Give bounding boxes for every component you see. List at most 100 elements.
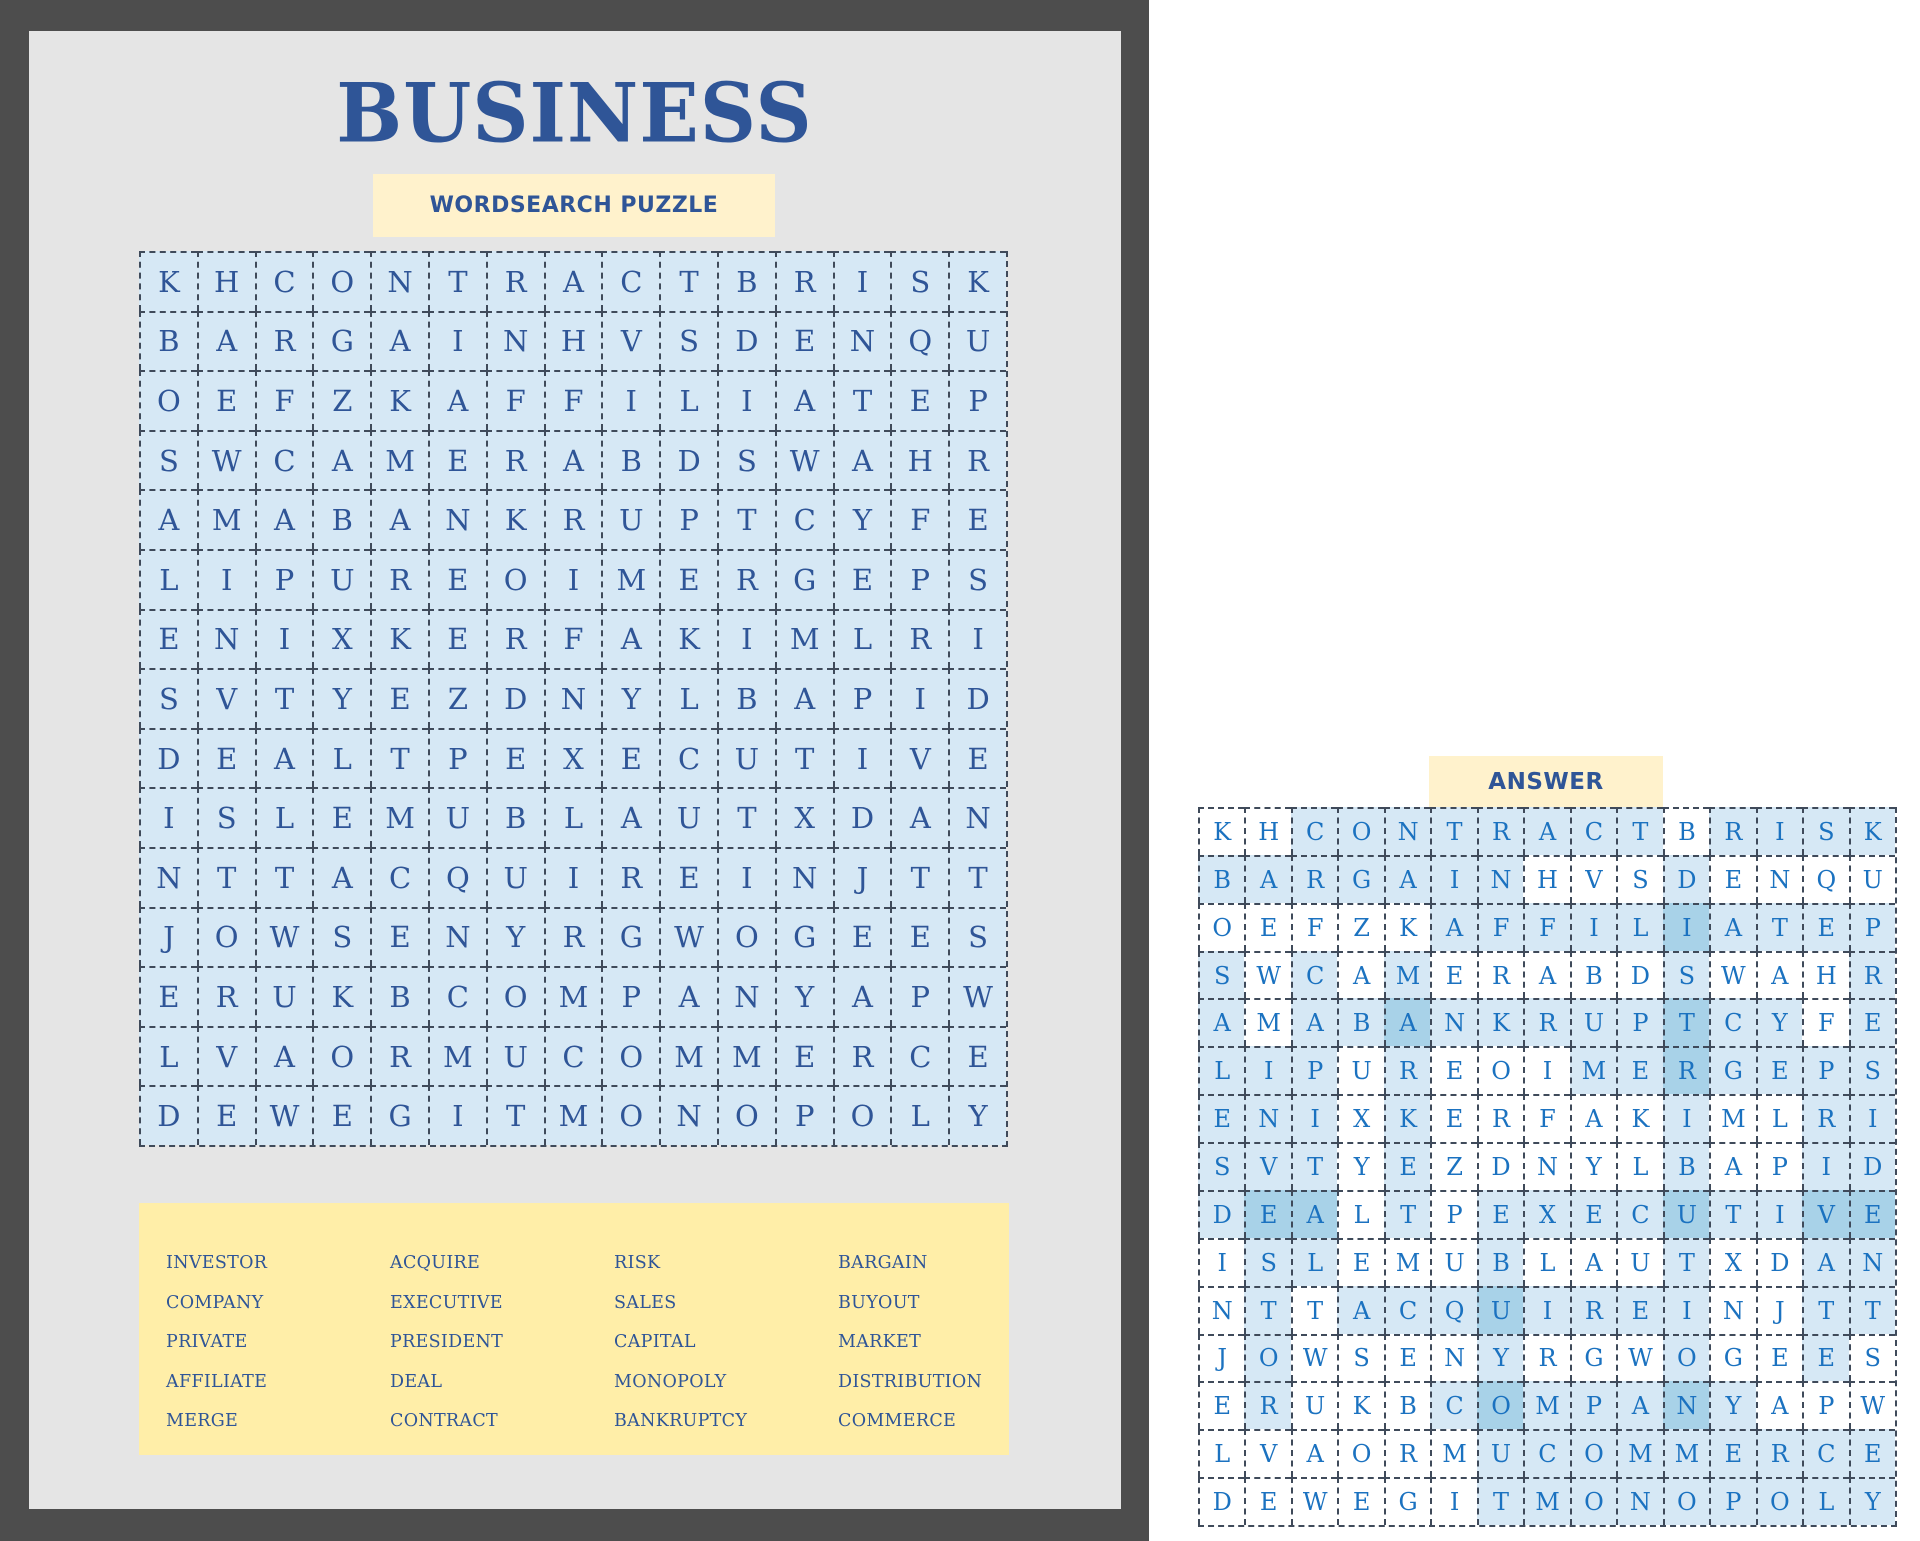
puzzle-cell[interactable]: R (601, 846, 660, 907)
puzzle-cell[interactable]: T (196, 846, 255, 907)
puzzle-cell[interactable]: N (543, 668, 602, 728)
puzzle-cell[interactable]: S (890, 251, 949, 311)
puzzle-cell[interactable]: O (485, 548, 544, 609)
puzzle-cell[interactable]: B (716, 251, 775, 311)
puzzle-cell[interactable]: R (196, 966, 255, 1026)
puzzle-cell[interactable]: U (659, 787, 717, 847)
puzzle-cell[interactable]: P (948, 370, 1006, 430)
puzzle-cell[interactable]: C (890, 1025, 949, 1086)
puzzle-cell[interactable]: P (890, 966, 949, 1026)
puzzle-cell[interactable]: T (370, 727, 428, 788)
puzzle-cell[interactable]: F (543, 608, 602, 669)
puzzle-cell[interactable]: A (254, 489, 313, 549)
puzzle-cell[interactable]: I (948, 608, 1006, 669)
puzzle-cell[interactable]: A (601, 787, 660, 847)
puzzle-cell[interactable]: H (890, 429, 949, 490)
puzzle-cell[interactable]: L (659, 668, 717, 728)
puzzle-cell[interactable]: L (254, 787, 313, 847)
puzzle-cell[interactable]: J (139, 906, 197, 967)
puzzle-cell[interactable]: C (370, 846, 428, 907)
puzzle-cell[interactable]: N (659, 1085, 717, 1145)
puzzle-cell[interactable]: V (196, 1025, 255, 1086)
puzzle-cell[interactable]: I (716, 370, 775, 430)
puzzle-cell[interactable]: R (254, 310, 313, 371)
puzzle-cell[interactable]: Y (601, 668, 660, 728)
puzzle-cell[interactable]: J (832, 846, 891, 907)
puzzle-cell[interactable]: N (716, 966, 775, 1026)
puzzle-cell[interactable]: T (948, 846, 1006, 907)
puzzle-cell[interactable]: O (601, 1025, 660, 1086)
puzzle-cell[interactable]: E (485, 727, 544, 788)
puzzle-cell[interactable]: K (370, 370, 428, 430)
puzzle-cell[interactable]: V (890, 727, 949, 788)
puzzle-cell[interactable]: T (890, 846, 949, 907)
puzzle-cell[interactable]: D (485, 668, 544, 728)
puzzle-cell[interactable]: E (370, 668, 428, 728)
puzzle-cell[interactable]: P (254, 548, 313, 609)
puzzle-cell[interactable]: N (774, 846, 833, 907)
puzzle-cell[interactable]: L (659, 370, 717, 430)
puzzle-cell[interactable]: E (774, 1025, 833, 1086)
puzzle-cell[interactable]: L (890, 1085, 949, 1145)
puzzle-cell[interactable]: R (890, 608, 949, 669)
puzzle-cell[interactable]: D (659, 429, 717, 490)
puzzle-cell[interactable]: U (312, 548, 371, 609)
puzzle-cell[interactable]: V (601, 310, 660, 371)
puzzle-cell[interactable]: M (601, 548, 660, 609)
puzzle-cell[interactable]: R (485, 251, 544, 311)
puzzle-cell[interactable]: A (312, 846, 371, 907)
puzzle-cell[interactable]: P (659, 489, 717, 549)
puzzle-cell[interactable]: E (370, 906, 428, 967)
puzzle-cell[interactable]: B (139, 310, 197, 371)
puzzle-cell[interactable]: T (254, 846, 313, 907)
puzzle-cell[interactable]: F (485, 370, 544, 430)
puzzle-cell[interactable]: O (312, 251, 371, 311)
puzzle-cell[interactable]: C (774, 489, 833, 549)
puzzle-cell[interactable]: R (543, 906, 602, 967)
puzzle-cell[interactable]: E (890, 370, 949, 430)
puzzle-cell[interactable]: B (601, 429, 660, 490)
puzzle-cell[interactable]: E (832, 548, 891, 609)
puzzle-cell[interactable]: E (948, 727, 1006, 788)
puzzle-cell[interactable]: I (543, 548, 602, 609)
puzzle-cell[interactable]: M (774, 608, 833, 669)
puzzle-cell[interactable]: O (139, 370, 197, 430)
puzzle-cell[interactable]: T (485, 1085, 544, 1145)
puzzle-cell[interactable]: E (659, 846, 717, 907)
puzzle-cell[interactable]: I (427, 310, 486, 371)
puzzle-cell[interactable]: U (601, 489, 660, 549)
puzzle-cell[interactable]: A (774, 370, 833, 430)
puzzle-cell[interactable]: U (716, 727, 775, 788)
puzzle-cell[interactable]: K (485, 489, 544, 549)
puzzle-cell[interactable]: A (601, 608, 660, 669)
puzzle-cell[interactable]: S (948, 906, 1006, 967)
puzzle-cell[interactable]: A (543, 429, 602, 490)
puzzle-cell[interactable]: E (948, 1025, 1006, 1086)
puzzle-cell[interactable]: C (254, 251, 313, 311)
puzzle-cell[interactable]: W (774, 429, 833, 490)
puzzle-cell[interactable]: D (948, 668, 1006, 728)
puzzle-cell[interactable]: A (659, 966, 717, 1026)
puzzle-cell[interactable]: Y (774, 966, 833, 1026)
puzzle-cell[interactable]: I (254, 608, 313, 669)
puzzle-cell[interactable]: S (659, 310, 717, 371)
puzzle-cell[interactable]: P (832, 668, 891, 728)
puzzle-cell[interactable]: X (774, 787, 833, 847)
puzzle-cell[interactable]: I (716, 846, 775, 907)
puzzle-cell[interactable]: T (716, 489, 775, 549)
puzzle-cell[interactable]: K (659, 608, 717, 669)
puzzle-cell[interactable]: Y (485, 906, 544, 967)
puzzle-cell[interactable]: B (716, 668, 775, 728)
puzzle-cell[interactable]: X (312, 608, 371, 669)
puzzle-cell[interactable]: K (139, 251, 197, 311)
puzzle-cell[interactable]: M (659, 1025, 717, 1086)
puzzle-cell[interactable]: R (716, 548, 775, 609)
puzzle-cell[interactable]: T (427, 251, 486, 311)
puzzle-cell[interactable]: A (254, 727, 313, 788)
puzzle-cell[interactable]: L (543, 787, 602, 847)
puzzle-cell[interactable]: O (196, 906, 255, 967)
puzzle-cell[interactable]: L (139, 1025, 197, 1086)
puzzle-cell[interactable]: E (427, 429, 486, 490)
puzzle-cell[interactable]: I (427, 1085, 486, 1145)
puzzle-cell[interactable]: C (601, 251, 660, 311)
